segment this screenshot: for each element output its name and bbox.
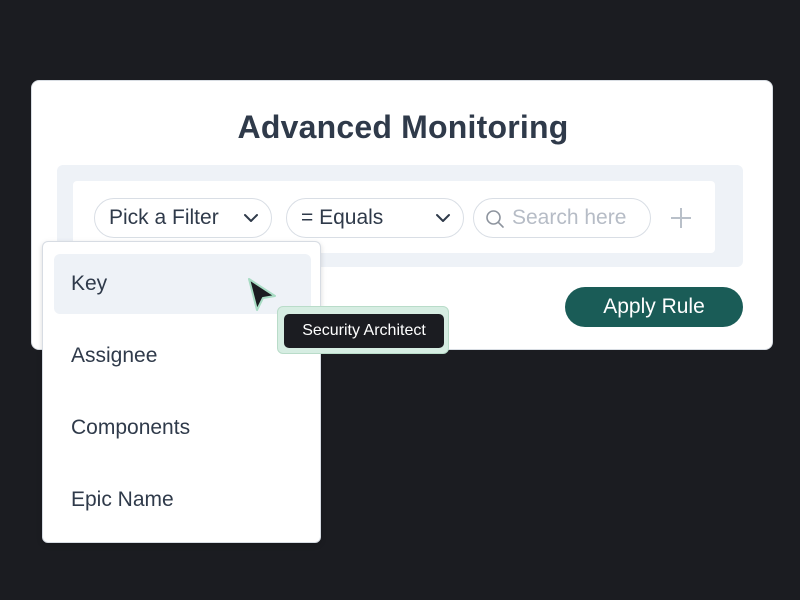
dropdown-item-assignee[interactable]: Assignee — [54, 326, 311, 386]
field-select-value: Pick a Filter — [109, 206, 219, 229]
operator-select[interactable]: = Equals — [286, 198, 464, 238]
stage: Advanced Monitoring Pick a Filter = Equa… — [0, 0, 800, 600]
mouse-pointer-icon — [248, 278, 276, 311]
plus-icon[interactable] — [669, 206, 693, 230]
user-tooltip: Security Architect — [284, 314, 444, 348]
dropdown-item-epic-name[interactable]: Epic Name — [54, 470, 311, 530]
card-title: Advanced Monitoring — [237, 109, 569, 145]
search-placeholder: Search here — [512, 206, 627, 229]
tooltip-highlight: Security Architect — [277, 306, 449, 354]
field-select[interactable]: Pick a Filter — [94, 198, 272, 238]
search-icon — [486, 210, 504, 228]
chevron-down-icon — [244, 214, 258, 222]
operator-select-value: = Equals — [301, 206, 384, 229]
apply-rule-button[interactable]: Apply Rule — [565, 287, 743, 327]
dropdown-item-components[interactable]: Components — [54, 398, 311, 458]
chevron-down-icon — [436, 214, 450, 222]
search-input[interactable]: Search here — [473, 198, 651, 238]
